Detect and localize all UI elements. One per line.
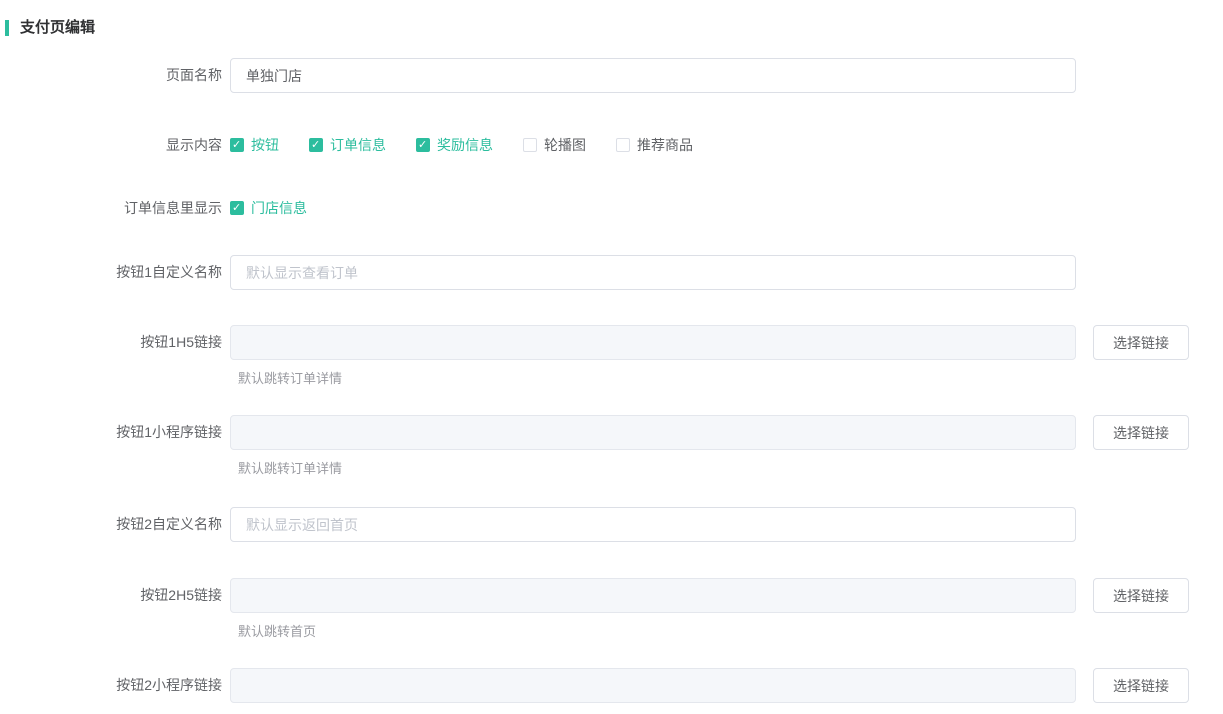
checkbox-button[interactable]: 按钮 xyxy=(230,135,279,155)
checkbox-label: 订单信息 xyxy=(330,135,386,155)
group-btn2-h5-link: 按钮2H5链接 选择链接 默认跳转首页 xyxy=(0,578,1223,639)
display-content-checkbox-group: 按钮 订单信息 奖励信息 轮播图 推荐商品 xyxy=(230,135,693,155)
row-btn1-custom-name: 按钮1自定义名称 xyxy=(0,255,1223,290)
btn1-mini-link-hint: 默认跳转订单详情 xyxy=(238,461,1223,476)
order-info-checkbox-group: 门店信息 xyxy=(230,198,307,218)
row-btn2-custom-name: 按钮2自定义名称 xyxy=(0,507,1223,542)
checkbox-icon xyxy=(309,138,323,152)
checkbox-recommended-products[interactable]: 推荐商品 xyxy=(616,135,693,155)
btn1-mini-link-input xyxy=(230,415,1076,450)
btn1-h5-link-label: 按钮1H5链接 xyxy=(0,325,230,360)
btn1-mini-select-link-button[interactable]: 选择链接 xyxy=(1093,415,1189,450)
payment-page-form: 页面名称 显示内容 按钮 订单信息 奖励信息 xyxy=(0,58,1223,703)
btn2-mini-link-input xyxy=(230,668,1076,703)
checkbox-icon xyxy=(523,138,537,152)
page-name-label: 页面名称 xyxy=(0,58,230,93)
btn1-h5-link-hint: 默认跳转订单详情 xyxy=(238,371,1223,386)
group-btn1-mini-link: 按钮1小程序链接 选择链接 默认跳转订单详情 xyxy=(0,415,1223,476)
checkbox-icon xyxy=(230,138,244,152)
row-display-content: 显示内容 按钮 订单信息 奖励信息 轮播图 xyxy=(0,135,1223,155)
btn2-name-input[interactable] xyxy=(230,507,1076,542)
row-page-name: 页面名称 xyxy=(0,58,1223,93)
payment-page-editor: 支付页编辑 页面名称 显示内容 按钮 订单信息 奖励信息 xyxy=(0,0,1223,714)
btn2-h5-link-input xyxy=(230,578,1076,613)
row-btn2-h5-link: 按钮2H5链接 选择链接 xyxy=(0,578,1223,613)
checkbox-label: 轮播图 xyxy=(544,135,586,155)
row-btn1-h5-link: 按钮1H5链接 选择链接 xyxy=(0,325,1223,360)
checkbox-label: 推荐商品 xyxy=(637,135,693,155)
btn1-h5-link-input xyxy=(230,325,1076,360)
group-btn2-mini-link: 按钮2小程序链接 选择链接 xyxy=(0,668,1223,703)
btn2-name-label: 按钮2自定义名称 xyxy=(0,507,230,542)
checkbox-order-info[interactable]: 订单信息 xyxy=(309,135,386,155)
btn2-mini-select-link-button[interactable]: 选择链接 xyxy=(1093,668,1189,703)
checkbox-label: 按钮 xyxy=(251,135,279,155)
checkbox-icon xyxy=(230,201,244,215)
row-order-info-display: 订单信息里显示 门店信息 xyxy=(0,198,1223,218)
btn1-name-label: 按钮1自定义名称 xyxy=(0,255,230,290)
row-btn1-mini-link: 按钮1小程序链接 选择链接 xyxy=(0,415,1223,450)
btn2-h5-select-link-button[interactable]: 选择链接 xyxy=(1093,578,1189,613)
row-btn2-mini-link: 按钮2小程序链接 选择链接 xyxy=(0,668,1223,703)
checkbox-icon xyxy=(616,138,630,152)
btn2-mini-link-label: 按钮2小程序链接 xyxy=(0,668,230,703)
checkbox-reward-info[interactable]: 奖励信息 xyxy=(416,135,493,155)
btn2-h5-link-label: 按钮2H5链接 xyxy=(0,578,230,613)
btn1-name-input[interactable] xyxy=(230,255,1076,290)
checkbox-carousel[interactable]: 轮播图 xyxy=(523,135,586,155)
checkbox-icon xyxy=(416,138,430,152)
btn1-mini-link-label: 按钮1小程序链接 xyxy=(0,415,230,450)
checkbox-label: 奖励信息 xyxy=(437,135,493,155)
checkbox-store-info[interactable]: 门店信息 xyxy=(230,198,307,218)
btn2-h5-link-hint: 默认跳转首页 xyxy=(238,624,1223,639)
group-btn1-h5-link: 按钮1H5链接 选择链接 默认跳转订单详情 xyxy=(0,325,1223,386)
page-title: 支付页编辑 xyxy=(5,20,1223,36)
checkbox-label: 门店信息 xyxy=(251,198,307,218)
display-content-label: 显示内容 xyxy=(0,135,230,155)
page-name-input[interactable] xyxy=(230,58,1076,93)
btn1-h5-select-link-button[interactable]: 选择链接 xyxy=(1093,325,1189,360)
order-info-display-label: 订单信息里显示 xyxy=(0,198,230,218)
